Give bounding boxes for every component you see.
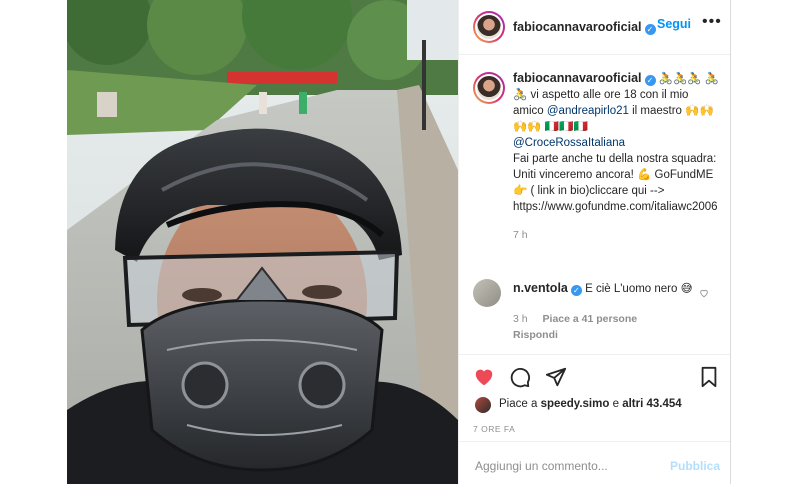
comment-item: n.ventola ✓ E ciè L'uomo nero 😅 3 h Piace… [513, 280, 703, 343]
reply-button[interactable]: Rispondi [513, 327, 703, 343]
caption-username[interactable]: fabiocannavarooficial [513, 71, 642, 85]
post-actions [459, 354, 730, 398]
comment-like-heart-icon[interactable] [699, 288, 709, 298]
likes-middle: e [609, 398, 623, 410]
likes-prefix: Piace a [499, 398, 541, 410]
mention-link[interactable]: @andreapirlo21 [547, 105, 629, 117]
caption-body: Fai parte anche tu della nostra squadra:… [513, 153, 717, 197]
mention-link[interactable]: @CroceRossaItaliana [513, 137, 625, 149]
likes-summary: Piace a speedy.simo e altri 43.454 [499, 398, 682, 410]
comment-meta: 3 h Piace a 41 persone [513, 311, 703, 327]
publish-button[interactable]: Pubblica [670, 459, 720, 473]
commenter-username[interactable]: n.ventola [513, 281, 568, 295]
likes-others[interactable]: altri 43.454 [622, 398, 681, 410]
author-avatar[interactable] [473, 11, 505, 43]
follow-button[interactable]: Segui [657, 17, 691, 31]
more-icon[interactable]: ••• [702, 13, 722, 31]
liker-username[interactable]: speedy.simo [541, 398, 610, 410]
bookmark-icon[interactable] [698, 366, 720, 388]
caption-url: https://www.gofundme.com/italiawc2006 [513, 201, 718, 213]
caption-avatar[interactable] [473, 72, 505, 104]
post-caption: fabiocannavarooficial ✓ 🚴🚴🚴 🚴🚴 vi aspetto… [513, 70, 721, 243]
comment-input[interactable]: Aggiungi un commento... [475, 459, 608, 473]
post-detail-panel: fabiocannavarooficial ✓ Segui ••• fabioca… [458, 0, 731, 484]
comment-icon[interactable] [509, 366, 531, 388]
caption-emoji: 🚴🚴🚴 [658, 73, 702, 85]
author-username[interactable]: fabiocannavarooficial [513, 20, 642, 34]
commenter-avatar[interactable] [473, 279, 501, 307]
verified-icon: ✓ [644, 75, 656, 86]
comment-likes[interactable]: Piace a 41 persone [543, 313, 638, 325]
comment-time[interactable]: 3 h [513, 313, 528, 325]
share-icon[interactable] [545, 366, 567, 388]
verified-icon: ✓ [570, 285, 582, 296]
post-photo[interactable] [67, 0, 458, 484]
author-name-row: fabiocannavarooficial ✓ [513, 18, 656, 36]
add-comment-bar: Aggiungi un commento... Pubblica [459, 441, 730, 484]
post-header: fabiocannavarooficial ✓ Segui ••• [459, 0, 730, 55]
liker-avatar[interactable] [475, 397, 491, 413]
heart-icon[interactable] [473, 366, 495, 388]
comment-text: E ciè L'uomo nero 😅 [585, 283, 693, 295]
selfie-image [67, 0, 458, 484]
post-timestamp[interactable]: 7 ORE FA [473, 424, 515, 434]
verified-icon: ✓ [644, 24, 656, 35]
caption-time[interactable]: 7 h [513, 227, 721, 243]
